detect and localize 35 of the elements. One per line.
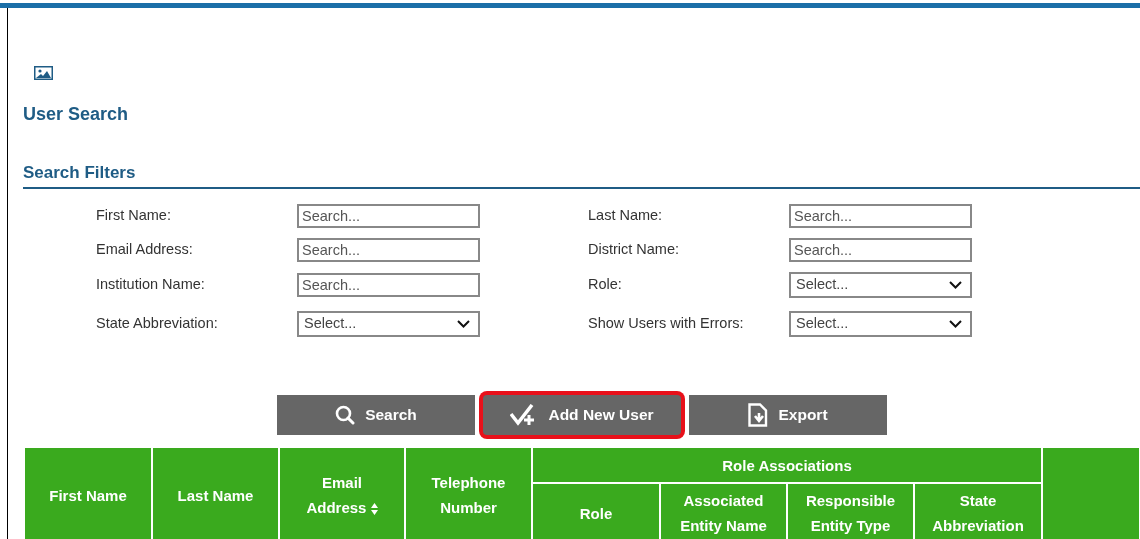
search-field[interactable]: Search... (297, 238, 480, 262)
field-label: Institution Name: (96, 275, 206, 295)
dropdown[interactable]: Select... (789, 311, 972, 337)
search-field[interactable]: Search... (297, 204, 480, 228)
chevron-down-icon (949, 281, 962, 289)
search-icon (335, 405, 356, 425)
dropdown[interactable]: Select... (297, 311, 480, 337)
column-header: Telephone Number (405, 447, 532, 539)
column-header: Role (532, 483, 660, 539)
image-icon (34, 66, 53, 80)
field-label: Role: (588, 275, 623, 295)
chevron-down-icon (457, 320, 470, 328)
column-header: Responsible Entity Type (787, 483, 914, 539)
field-label: Show Users with Errors: (588, 314, 745, 334)
action-button[interactable]: Search (277, 395, 475, 435)
field-label: District Name: (588, 240, 681, 260)
column-header: Role Associations (532, 447, 1043, 483)
column-header: Email Address (279, 447, 405, 539)
action-button[interactable]: Export (689, 395, 887, 435)
field-label: Email Address: (96, 240, 194, 260)
column-header: Associated Entity Name (660, 483, 787, 539)
page-title: User Search (23, 103, 130, 126)
search-field[interactable]: Search... (789, 238, 972, 262)
column-header: State Abbreviation (914, 483, 1043, 539)
section-title: Search Filters (23, 163, 136, 182)
chevron-down-icon (949, 320, 962, 328)
document-download-icon (748, 403, 769, 427)
column-header: Last Name (152, 447, 279, 539)
dropdown[interactable]: Select... (789, 272, 972, 298)
field-label: State Abbreviation: (96, 314, 219, 334)
search-field[interactable]: Search... (789, 204, 972, 228)
column-header: First Name (24, 447, 152, 539)
field-label: Last Name: (588, 206, 664, 226)
search-field[interactable]: Search... (297, 273, 480, 297)
field-label: First Name: (96, 206, 172, 226)
